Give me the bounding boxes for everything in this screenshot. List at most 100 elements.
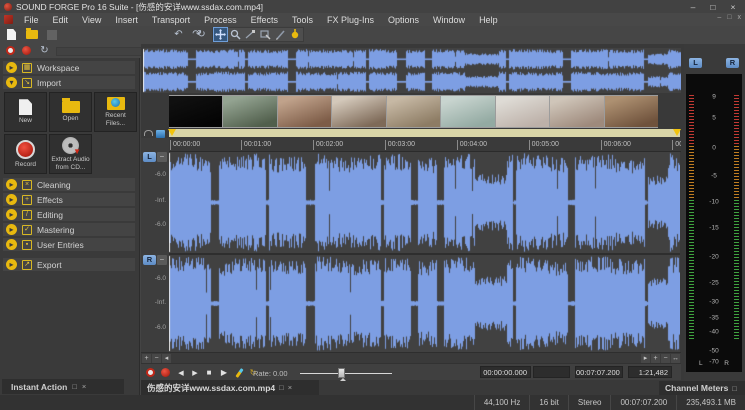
doc-close-button[interactable]: x bbox=[738, 14, 742, 21]
document-tab[interactable]: 伤感的安详www.ssdax.com.mp4 □ × bbox=[141, 380, 319, 395]
menu-fx-plugins[interactable]: FX Plug-Ins bbox=[320, 15, 381, 25]
close-button[interactable]: × bbox=[723, 2, 743, 12]
sidebar-item-export[interactable]: ▸ ↗ Export bbox=[3, 258, 135, 271]
overview-waveform[interactable] bbox=[143, 48, 681, 93]
loop-start-marker[interactable] bbox=[168, 129, 176, 136]
horizontal-scroll-row[interactable]: + − ◂ ▸ + − ↔ bbox=[141, 352, 681, 363]
status-file-size[interactable]: 235,493.1 MB bbox=[676, 395, 745, 410]
video-thumbnail[interactable] bbox=[496, 96, 549, 127]
status-channel-mode[interactable]: Stereo bbox=[568, 395, 611, 410]
menu-help[interactable]: Help bbox=[472, 15, 505, 25]
import-open-button[interactable]: Open bbox=[49, 92, 92, 132]
stop-button[interactable]: ■ bbox=[203, 367, 215, 378]
envelope-tool-icon[interactable] bbox=[244, 28, 257, 41]
event-tool-icon[interactable] bbox=[259, 28, 272, 41]
record-button[interactable] bbox=[159, 367, 171, 378]
rate-slider-track[interactable] bbox=[300, 373, 392, 374]
menu-tools[interactable]: Tools bbox=[285, 15, 320, 25]
scroll-right-button[interactable]: ▸ bbox=[641, 354, 650, 363]
right-channel-minimize-button[interactable]: ‒ bbox=[157, 255, 167, 265]
import-extract-cd-button[interactable]: Extract Audio from CD... bbox=[49, 134, 92, 174]
sidebar-item-workspace[interactable]: ▸ ▦ Workspace bbox=[3, 61, 135, 74]
menu-file[interactable]: File bbox=[17, 15, 46, 25]
import-new-button[interactable]: New bbox=[4, 92, 47, 132]
scroll-left-button[interactable]: ◂ bbox=[162, 354, 171, 363]
video-thumbnail[interactable] bbox=[605, 96, 658, 127]
play-button[interactable]: ▶ bbox=[218, 367, 230, 378]
zoom-in-button[interactable]: + bbox=[142, 354, 151, 363]
float-icon[interactable]: □ bbox=[732, 384, 737, 393]
undo-icon[interactable]: ↶ bbox=[172, 28, 185, 41]
pencil-tool-icon[interactable] bbox=[274, 28, 287, 41]
video-thumbnail[interactable] bbox=[223, 96, 276, 127]
save-file-icon[interactable] bbox=[45, 28, 58, 41]
go-to-end-button[interactable]: ▶ bbox=[189, 367, 201, 378]
zoom-in-time-button[interactable]: + bbox=[651, 354, 660, 363]
meter-left-button[interactable]: L bbox=[689, 58, 702, 68]
record-icon[interactable] bbox=[20, 44, 33, 57]
menu-transport[interactable]: Transport bbox=[145, 15, 197, 25]
loop-region-bar[interactable] bbox=[169, 129, 680, 137]
sample-count-display[interactable]: 1:21,482 bbox=[628, 366, 672, 378]
menu-effects[interactable]: Effects bbox=[244, 15, 285, 25]
sidebar-item-mastering[interactable]: ▸ ✓ Mastering bbox=[3, 223, 135, 236]
status-sample-rate[interactable]: 44,100 Hz bbox=[474, 395, 529, 410]
minimize-button[interactable]: – bbox=[683, 2, 703, 12]
channel-meters-tab[interactable]: Channel Meters □ bbox=[659, 381, 745, 395]
menu-options[interactable]: Options bbox=[381, 15, 426, 25]
level-meter[interactable]: 9 5 0 -5 -10 -15 -20 -25 -30 -35 -40 -50… bbox=[686, 74, 742, 372]
zoom-out-button[interactable]: − bbox=[152, 354, 161, 363]
meter-right-button[interactable]: R bbox=[726, 58, 739, 68]
doc-restore-button[interactable]: □ bbox=[727, 14, 731, 21]
rate-slider-handle[interactable] bbox=[338, 368, 345, 378]
menu-insert[interactable]: Insert bbox=[108, 15, 145, 25]
sidebar-item-import[interactable]: ▾ ↘ Import bbox=[3, 76, 135, 89]
snap-icon[interactable] bbox=[156, 130, 165, 138]
touch-tool-icon[interactable] bbox=[289, 28, 302, 41]
sidebar-item-editing[interactable]: ▸ / Editing bbox=[3, 208, 135, 221]
go-to-start-button[interactable]: ◀ bbox=[175, 367, 187, 378]
lock-icon[interactable] bbox=[144, 130, 153, 136]
close-icon[interactable]: × bbox=[288, 383, 292, 392]
status-length[interactable]: 00:07:07.200 bbox=[610, 395, 676, 410]
video-thumbnail[interactable] bbox=[332, 96, 385, 127]
record-remote-icon[interactable] bbox=[4, 44, 17, 57]
open-file-icon[interactable] bbox=[25, 28, 38, 41]
sidebar-item-effects[interactable]: ▸ + Effects bbox=[3, 193, 135, 206]
video-thumbnail[interactable] bbox=[278, 96, 331, 127]
loop-end-marker[interactable] bbox=[673, 129, 681, 136]
video-thumbnail-strip[interactable] bbox=[169, 95, 658, 128]
position-time-display[interactable]: 00:00:00.000 bbox=[480, 366, 531, 378]
fit-width-button[interactable]: ↔ bbox=[671, 354, 680, 363]
video-thumbnail[interactable] bbox=[169, 96, 222, 127]
record-remote-button[interactable] bbox=[144, 367, 156, 378]
repeat-icon[interactable]: ↻ bbox=[195, 28, 208, 41]
video-thumbnail[interactable] bbox=[441, 96, 494, 127]
selection-time-display[interactable] bbox=[533, 366, 570, 378]
new-file-icon[interactable] bbox=[5, 28, 18, 41]
float-icon[interactable]: □ bbox=[279, 383, 284, 392]
float-icon[interactable]: □ bbox=[72, 382, 77, 391]
video-thumbnail[interactable] bbox=[387, 96, 440, 127]
sidebar-item-cleaning[interactable]: ▸ × Cleaning bbox=[3, 178, 135, 191]
import-recent-files-button[interactable]: Recent Files... bbox=[94, 92, 137, 132]
menu-view[interactable]: View bbox=[75, 15, 108, 25]
loop-playback-icon[interactable]: ↻ bbox=[38, 44, 51, 57]
right-channel-waveform[interactable] bbox=[169, 255, 680, 352]
menu-window[interactable]: Window bbox=[426, 15, 472, 25]
menu-edit[interactable]: Edit bbox=[46, 15, 76, 25]
doc-minimize-button[interactable]: – bbox=[717, 14, 721, 21]
status-bit-depth[interactable]: 16 bit bbox=[529, 395, 568, 410]
play-as-cutlist-button[interactable] bbox=[233, 367, 245, 378]
time-ruler[interactable]: 00:00:00 00:01:00 00:02:00 00:03:00 00:0… bbox=[169, 138, 681, 152]
edit-tool-icon[interactable] bbox=[214, 28, 227, 41]
right-channel-button[interactable]: R bbox=[143, 255, 156, 265]
sidebar-item-user-entries[interactable]: ▸ ▪ User Entries bbox=[3, 238, 135, 251]
zoom-out-time-button[interactable]: − bbox=[661, 354, 670, 363]
left-channel-waveform[interactable] bbox=[169, 152, 680, 253]
close-icon[interactable]: × bbox=[82, 382, 86, 391]
menu-process[interactable]: Process bbox=[197, 15, 244, 25]
end-time-display[interactable]: 00:07:07.200 bbox=[575, 366, 623, 378]
instant-action-tab[interactable]: Instant Action □ × bbox=[2, 379, 124, 394]
left-channel-minimize-button[interactable]: ‒ bbox=[157, 152, 167, 162]
